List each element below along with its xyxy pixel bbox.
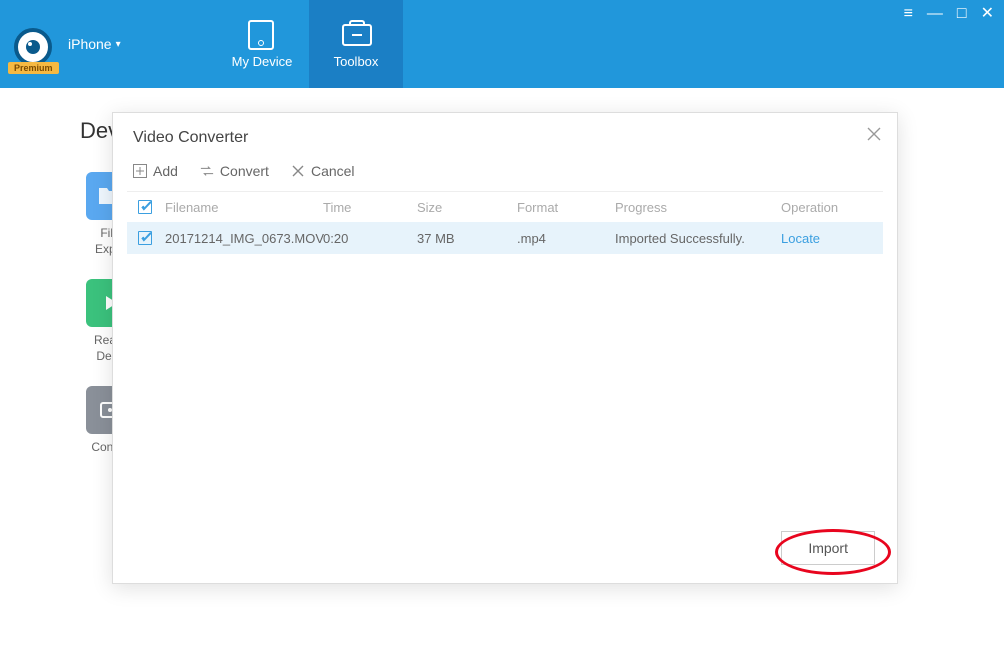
premium-badge: Premium: [8, 62, 59, 74]
logo-area: Premium iPhone ▾: [0, 0, 215, 88]
device-label-text: iPhone: [68, 36, 112, 52]
cell-size: 37 MB: [417, 231, 517, 246]
modal-footer: Import: [781, 531, 875, 565]
minimize-icon[interactable]: ―: [927, 6, 943, 22]
cell-filename: 20171214_IMG_0673.MOV: [163, 231, 323, 246]
cancel-button[interactable]: Cancel: [291, 163, 355, 179]
app-header: Premium iPhone ▾ My Device Toolbox ≡ ― □…: [0, 0, 1004, 88]
app-logo: Premium: [8, 20, 56, 68]
add-button[interactable]: Add: [133, 163, 178, 179]
menu-icon[interactable]: ≡: [904, 6, 913, 22]
col-time: Time: [323, 200, 417, 215]
chevron-down-icon: ▾: [116, 39, 121, 50]
cell-time: 0:20: [323, 231, 417, 246]
table-header: Filename Time Size Format Progress Opera…: [127, 192, 883, 222]
locate-link[interactable]: Locate: [781, 231, 883, 246]
tab-toolbox[interactable]: Toolbox: [309, 0, 403, 88]
convert-button[interactable]: Convert: [200, 163, 269, 179]
window-controls: ≡ ― □ ✕: [904, 6, 994, 22]
nav-tabs: My Device Toolbox: [215, 0, 403, 88]
file-table: Filename Time Size Format Progress Opera…: [127, 191, 883, 254]
col-filename: Filename: [163, 200, 323, 215]
col-operation: Operation: [781, 200, 883, 215]
col-format: Format: [517, 200, 615, 215]
maximize-icon[interactable]: □: [957, 6, 967, 22]
convert-icon: [200, 164, 214, 178]
modal-toolbar: Add Convert Cancel: [113, 159, 897, 191]
close-icon[interactable]: ✕: [981, 6, 994, 22]
device-selector[interactable]: iPhone ▾: [68, 36, 121, 52]
col-size: Size: [417, 200, 517, 215]
cell-progress: Imported Successfully.: [615, 231, 781, 246]
select-all-checkbox[interactable]: [138, 200, 152, 214]
cell-format: .mp4: [517, 231, 615, 246]
plus-icon: [133, 164, 147, 178]
row-checkbox[interactable]: [138, 231, 152, 245]
col-progress: Progress: [615, 200, 781, 215]
toolbox-icon: [342, 24, 372, 46]
tab-my-device[interactable]: My Device: [215, 0, 309, 88]
tab-label: Toolbox: [334, 54, 379, 69]
import-button[interactable]: Import: [781, 531, 875, 565]
video-converter-modal: Video Converter Add Convert Cancel F: [112, 112, 898, 584]
modal-close-button[interactable]: [867, 127, 881, 146]
cancel-icon: [291, 164, 305, 178]
tab-label: My Device: [232, 54, 293, 69]
tablet-icon: [248, 20, 274, 50]
modal-title: Video Converter: [113, 113, 897, 159]
table-row[interactable]: 20171214_IMG_0673.MOV 0:20 37 MB .mp4 Im…: [127, 222, 883, 254]
